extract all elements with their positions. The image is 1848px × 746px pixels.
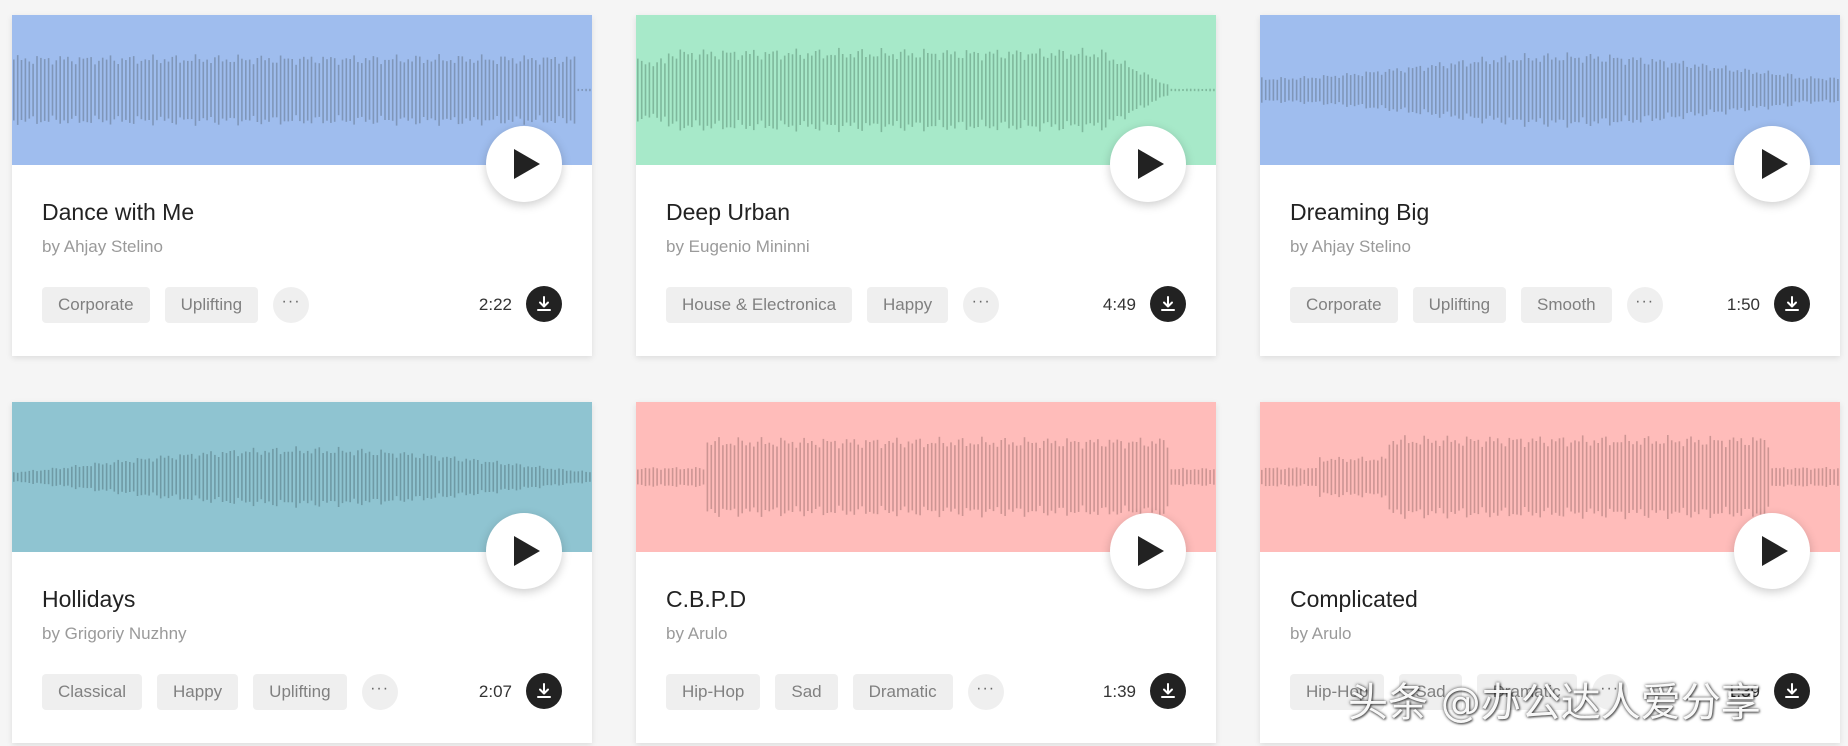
tag-list: Corporate Uplifting Smooth ··· — [1290, 286, 1663, 324]
track-duration: 1:39 — [1726, 682, 1760, 701]
tag-list: Corporate Uplifting ··· — [42, 286, 310, 324]
track-card: C.B.P.D by Arulo Hip-Hop Sad Dramatic ··… — [636, 402, 1216, 743]
tag[interactable]: Happy — [867, 287, 949, 323]
download-glyph — [1785, 683, 1799, 698]
tag[interactable]: Hip-Hop — [1290, 674, 1385, 710]
play-button[interactable] — [1110, 126, 1186, 202]
track-duration: 2:22 — [478, 295, 512, 314]
track-title[interactable]: C.B.P.D — [666, 586, 746, 613]
tag-list: House & Electronica Happy ··· — [666, 286, 1000, 324]
tag-list: Hip-Hop Sad Dramatic ··· — [666, 673, 1004, 711]
track-card: Complicated by Arulo Hip-Hop Sad Dramati… — [1260, 402, 1840, 743]
play-icon — [1762, 536, 1788, 566]
track-artist[interactable]: by Ahjay Stelino — [1290, 237, 1411, 257]
track-duration: 4:49 — [1102, 295, 1136, 314]
tag[interactable]: Dramatic — [1476, 674, 1577, 710]
play-icon — [514, 149, 540, 179]
tag[interactable]: Uplifting — [164, 287, 259, 323]
download-icon[interactable] — [526, 673, 562, 709]
play-icon — [1138, 149, 1164, 179]
download-glyph — [537, 296, 551, 311]
tag[interactable]: Hip-Hop — [666, 674, 761, 710]
play-button[interactable] — [486, 513, 562, 589]
tag[interactable]: Corporate — [42, 287, 150, 323]
play-button[interactable] — [1110, 513, 1186, 589]
tag[interactable]: Smooth — [1521, 287, 1612, 323]
track-duration: 2:07 — [478, 682, 512, 701]
play-icon — [514, 536, 540, 566]
track-card: Deep Urban by Eugenio Mininni House & El… — [636, 15, 1216, 356]
more-icon[interactable]: ··· — [361, 674, 398, 710]
tag[interactable]: Uplifting — [1412, 287, 1507, 323]
tag-list: Hip-Hop Sad Dramatic ··· — [1290, 673, 1628, 711]
play-button[interactable] — [1734, 513, 1810, 589]
track-card: Dreaming Big by Ahjay Stelino Corporate … — [1260, 15, 1840, 356]
track-title[interactable]: Dreaming Big — [1290, 199, 1429, 226]
download-icon[interactable] — [1150, 673, 1186, 709]
track-artist[interactable]: by Eugenio Mininni — [666, 237, 810, 257]
more-icon[interactable]: ··· — [967, 674, 1004, 710]
download-glyph — [537, 683, 551, 698]
track-artist[interactable]: by Grigoriy Nuzhny — [42, 624, 187, 644]
more-icon[interactable]: ··· — [963, 287, 1000, 323]
play-icon — [1762, 149, 1788, 179]
tag[interactable]: Classical — [42, 674, 143, 710]
tag[interactable]: Happy — [157, 674, 239, 710]
track-duration: 1:50 — [1726, 295, 1760, 314]
tag[interactable]: House & Electronica — [666, 287, 853, 323]
track-card: Dance with Me by Ahjay Stelino Corporate… — [12, 15, 592, 356]
track-artist[interactable]: by Arulo — [666, 624, 727, 644]
track-card: Hollidays by Grigoriy Nuzhny Classical H… — [12, 402, 592, 743]
tag[interactable]: Sad — [775, 674, 838, 710]
more-icon[interactable]: ··· — [273, 287, 310, 323]
tag[interactable]: Sad — [1399, 674, 1462, 710]
download-icon[interactable] — [1150, 286, 1186, 322]
track-artist[interactable]: by Arulo — [1290, 624, 1351, 644]
track-title[interactable]: Deep Urban — [666, 199, 790, 226]
tag[interactable]: Dramatic — [852, 674, 953, 710]
track-title[interactable]: Hollidays — [42, 586, 135, 613]
track-grid: Dance with Me by Ahjay Stelino Corporate… — [0, 0, 1848, 746]
track-title[interactable]: Dance with Me — [42, 199, 194, 226]
download-icon[interactable] — [1774, 673, 1810, 709]
download-icon[interactable] — [526, 286, 562, 322]
tag-list: Classical Happy Uplifting ··· — [42, 673, 398, 711]
play-button[interactable] — [1734, 126, 1810, 202]
tag[interactable]: Corporate — [1290, 287, 1398, 323]
more-icon[interactable]: ··· — [1626, 287, 1663, 323]
track-artist[interactable]: by Ahjay Stelino — [42, 237, 163, 257]
tag[interactable]: Uplifting — [253, 674, 347, 710]
download-glyph — [1161, 683, 1175, 698]
download-glyph — [1785, 296, 1799, 311]
play-button[interactable] — [486, 126, 562, 202]
play-icon — [1138, 536, 1164, 566]
track-title[interactable]: Complicated — [1290, 586, 1418, 613]
download-glyph — [1161, 296, 1175, 311]
download-icon[interactable] — [1774, 286, 1810, 322]
more-icon[interactable]: ··· — [1591, 674, 1628, 710]
track-duration: 1:39 — [1102, 682, 1136, 701]
